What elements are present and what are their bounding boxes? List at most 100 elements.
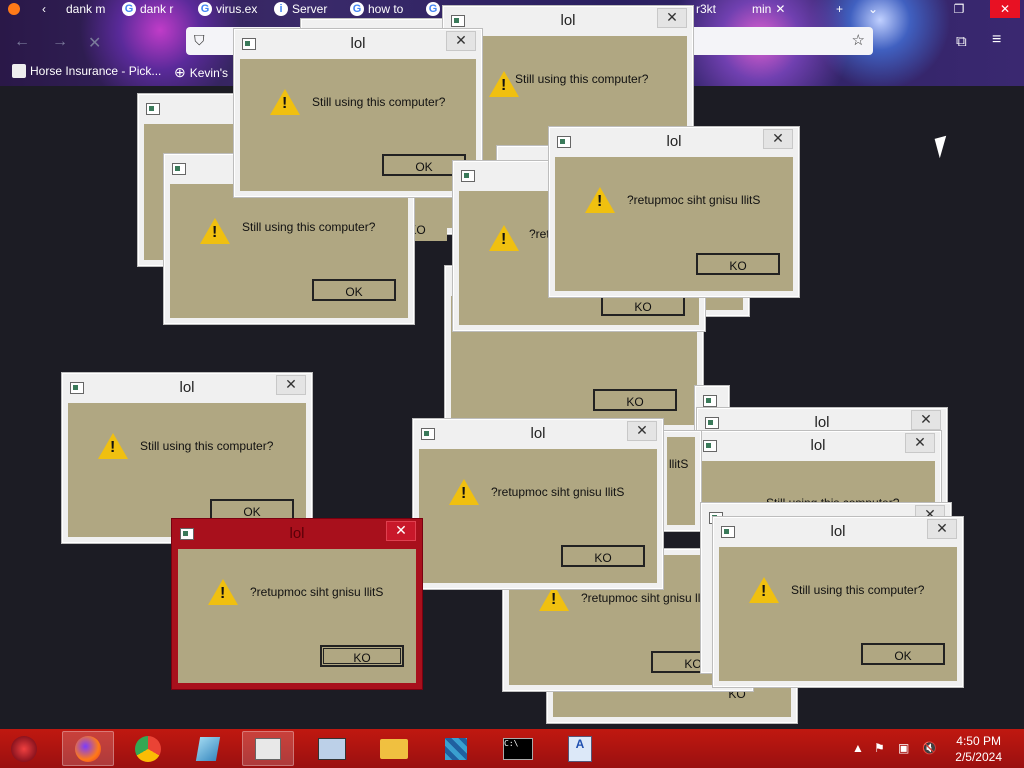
dialog-window[interactable]: lol ✕ ?retupmoc siht gnisu llitS KO	[412, 418, 664, 590]
close-icon[interactable]: ✕	[276, 375, 306, 395]
bookmark-horse-insurance[interactable]: Horse Insurance - Pick...	[12, 64, 161, 78]
dialog-message-fragment: llitS	[669, 457, 689, 471]
app-icon	[172, 163, 186, 175]
firefox-icon	[75, 735, 101, 762]
dialog-window[interactable]: lol ✕ ?retupmoc siht gnisu llitS KO	[548, 126, 800, 298]
dialog-message: Still using this computer?	[312, 95, 446, 109]
title-bar[interactable]: lol ✕	[234, 29, 482, 57]
bookmark-kevins[interactable]: ⊕ Kevin's	[174, 64, 228, 81]
dialog-message: ?retupmoc siht gnisu llitS	[250, 585, 384, 599]
google-icon: G	[350, 2, 364, 16]
dialog-message: ?retupmoc siht gnisu llitS	[581, 591, 715, 605]
extensions-icon[interactable]: ⧉	[956, 33, 967, 50]
start-button[interactable]	[0, 731, 48, 766]
clock-date: 2/5/2024	[955, 750, 1002, 764]
warning-icon	[585, 187, 615, 213]
stop-icon[interactable]: ✕	[88, 33, 101, 53]
warning-icon	[200, 218, 230, 244]
ko-button[interactable]: KO	[593, 389, 677, 411]
taskbar: C:\ A ▲ ⚑ ▣ 🔇 4:50 PM 2/5/2024	[0, 729, 1024, 768]
dialog-body: Still using this computer? OK	[170, 184, 408, 318]
close-icon[interactable]: ✕	[386, 521, 416, 541]
window-icon	[255, 737, 281, 760]
ok-button[interactable]: OK	[861, 643, 945, 665]
flag-icon[interactable]: ⚑	[874, 741, 885, 755]
taskbar-system-monitor[interactable]	[306, 731, 358, 766]
tab-label: how to	[368, 2, 404, 16]
close-icon[interactable]: ✕	[657, 8, 687, 28]
info-icon: i	[274, 2, 288, 16]
dialog-body: Still using this computer? OK	[719, 547, 957, 681]
tab-3[interactable]: i Server	[274, 0, 327, 18]
tab-label: min	[752, 2, 772, 16]
dialog-message: Still using this computer?	[791, 583, 925, 597]
ko-button[interactable]: KO	[320, 645, 404, 667]
menu-icon[interactable]: ≡	[992, 31, 1001, 49]
close-window-icon[interactable]: ✕	[990, 0, 1020, 18]
taskbar-notepad[interactable]	[182, 731, 234, 766]
tab-4[interactable]: Ghow to	[350, 0, 403, 18]
dialog-message: ?retupmoc siht gnisu llitS	[627, 193, 761, 207]
folder-icon	[380, 738, 408, 759]
tab-back-icon[interactable]: ‹	[42, 0, 46, 18]
title-bar[interactable]: lol ✕	[695, 431, 941, 459]
new-tab-icon[interactable]: +	[836, 0, 843, 18]
ok-button[interactable]: OK	[312, 279, 396, 301]
taskbar-wordpad[interactable]: A	[554, 731, 606, 766]
title-bar[interactable]: lol ✕	[413, 419, 663, 447]
dialog-title: lol	[830, 523, 846, 540]
close-icon[interactable]: ✕	[446, 31, 476, 51]
forward-icon[interactable]: →	[52, 33, 68, 51]
taskbar-chrome[interactable]	[122, 731, 174, 766]
title-bar[interactable]: lol ✕	[172, 519, 422, 547]
taskbar-command-prompt[interactable]: C:\	[492, 731, 544, 766]
taskbar-registry[interactable]	[430, 731, 482, 766]
taskbar-firefox[interactable]	[62, 731, 114, 766]
shield-icon: ⛉	[194, 32, 205, 48]
globe-icon: ⊕	[174, 64, 186, 80]
tab-list-icon[interactable]: ⌄	[868, 0, 878, 18]
dialog-window[interactable]: lol ✕ Still using this computer? OK	[712, 516, 964, 688]
tab-label: dank m	[66, 2, 106, 16]
ko-button[interactable]: KO	[561, 545, 645, 567]
dialog-body: ?retupmoc siht gnisu llitS KO	[419, 449, 657, 583]
tray-expand-icon[interactable]: ▲	[852, 741, 864, 755]
clock[interactable]: 4:50 PM 2/5/2024	[955, 733, 1002, 765]
registry-icon	[445, 737, 467, 760]
dialog-title: lol	[560, 12, 576, 29]
ko-button[interactable]: KO	[696, 253, 780, 275]
taskbar-explorer-window[interactable]	[242, 731, 294, 766]
active-dialog-window[interactable]: lol ✕ ?retupmoc siht gnisu llitS KO	[171, 518, 423, 690]
tab-6[interactable]: min ✕	[752, 0, 785, 18]
tab-google[interactable]: G	[426, 0, 440, 18]
tab-5[interactable]: r3kt	[696, 0, 716, 18]
tab-0[interactable]: dank m	[66, 0, 105, 18]
bookmark-star-icon[interactable]: ☆	[852, 31, 865, 49]
google-icon: G	[198, 2, 212, 16]
title-bar[interactable]: lol ✕	[713, 517, 963, 545]
network-icon[interactable]: ▣	[898, 741, 909, 755]
bookmark-favicon	[12, 64, 26, 78]
restore-icon[interactable]: ❐	[944, 0, 974, 18]
close-icon[interactable]: ✕	[911, 410, 941, 430]
dialog-title: lol	[289, 525, 305, 542]
close-icon[interactable]: ✕	[905, 433, 935, 453]
dialog-message: Still using this computer?	[242, 220, 376, 234]
close-icon[interactable]: ✕	[627, 421, 657, 441]
back-icon[interactable]: ←	[14, 33, 30, 51]
dialog-window[interactable]: lol ✕ Still using this computer? OK	[233, 28, 483, 198]
tab-2[interactable]: Gvirus.ex	[198, 0, 257, 18]
close-icon[interactable]: ✕	[763, 129, 793, 149]
bookmark-label: Horse Insurance - Pick...	[30, 64, 162, 78]
dialog-window[interactable]: llitS	[660, 430, 702, 532]
warning-icon	[749, 577, 779, 603]
title-bar[interactable]: lol ✕	[549, 127, 799, 155]
tab-1[interactable]: Gdank r	[122, 0, 173, 18]
dialog-message: Still using this computer?	[515, 72, 649, 86]
taskbar-file-explorer[interactable]	[368, 731, 420, 766]
title-bar[interactable]: lol ✕	[62, 373, 312, 401]
tab-close-icon[interactable]: ✕	[775, 2, 785, 16]
chrome-icon	[135, 735, 161, 762]
volume-muted-icon[interactable]: 🔇	[922, 741, 937, 755]
close-icon[interactable]: ✕	[927, 519, 957, 539]
